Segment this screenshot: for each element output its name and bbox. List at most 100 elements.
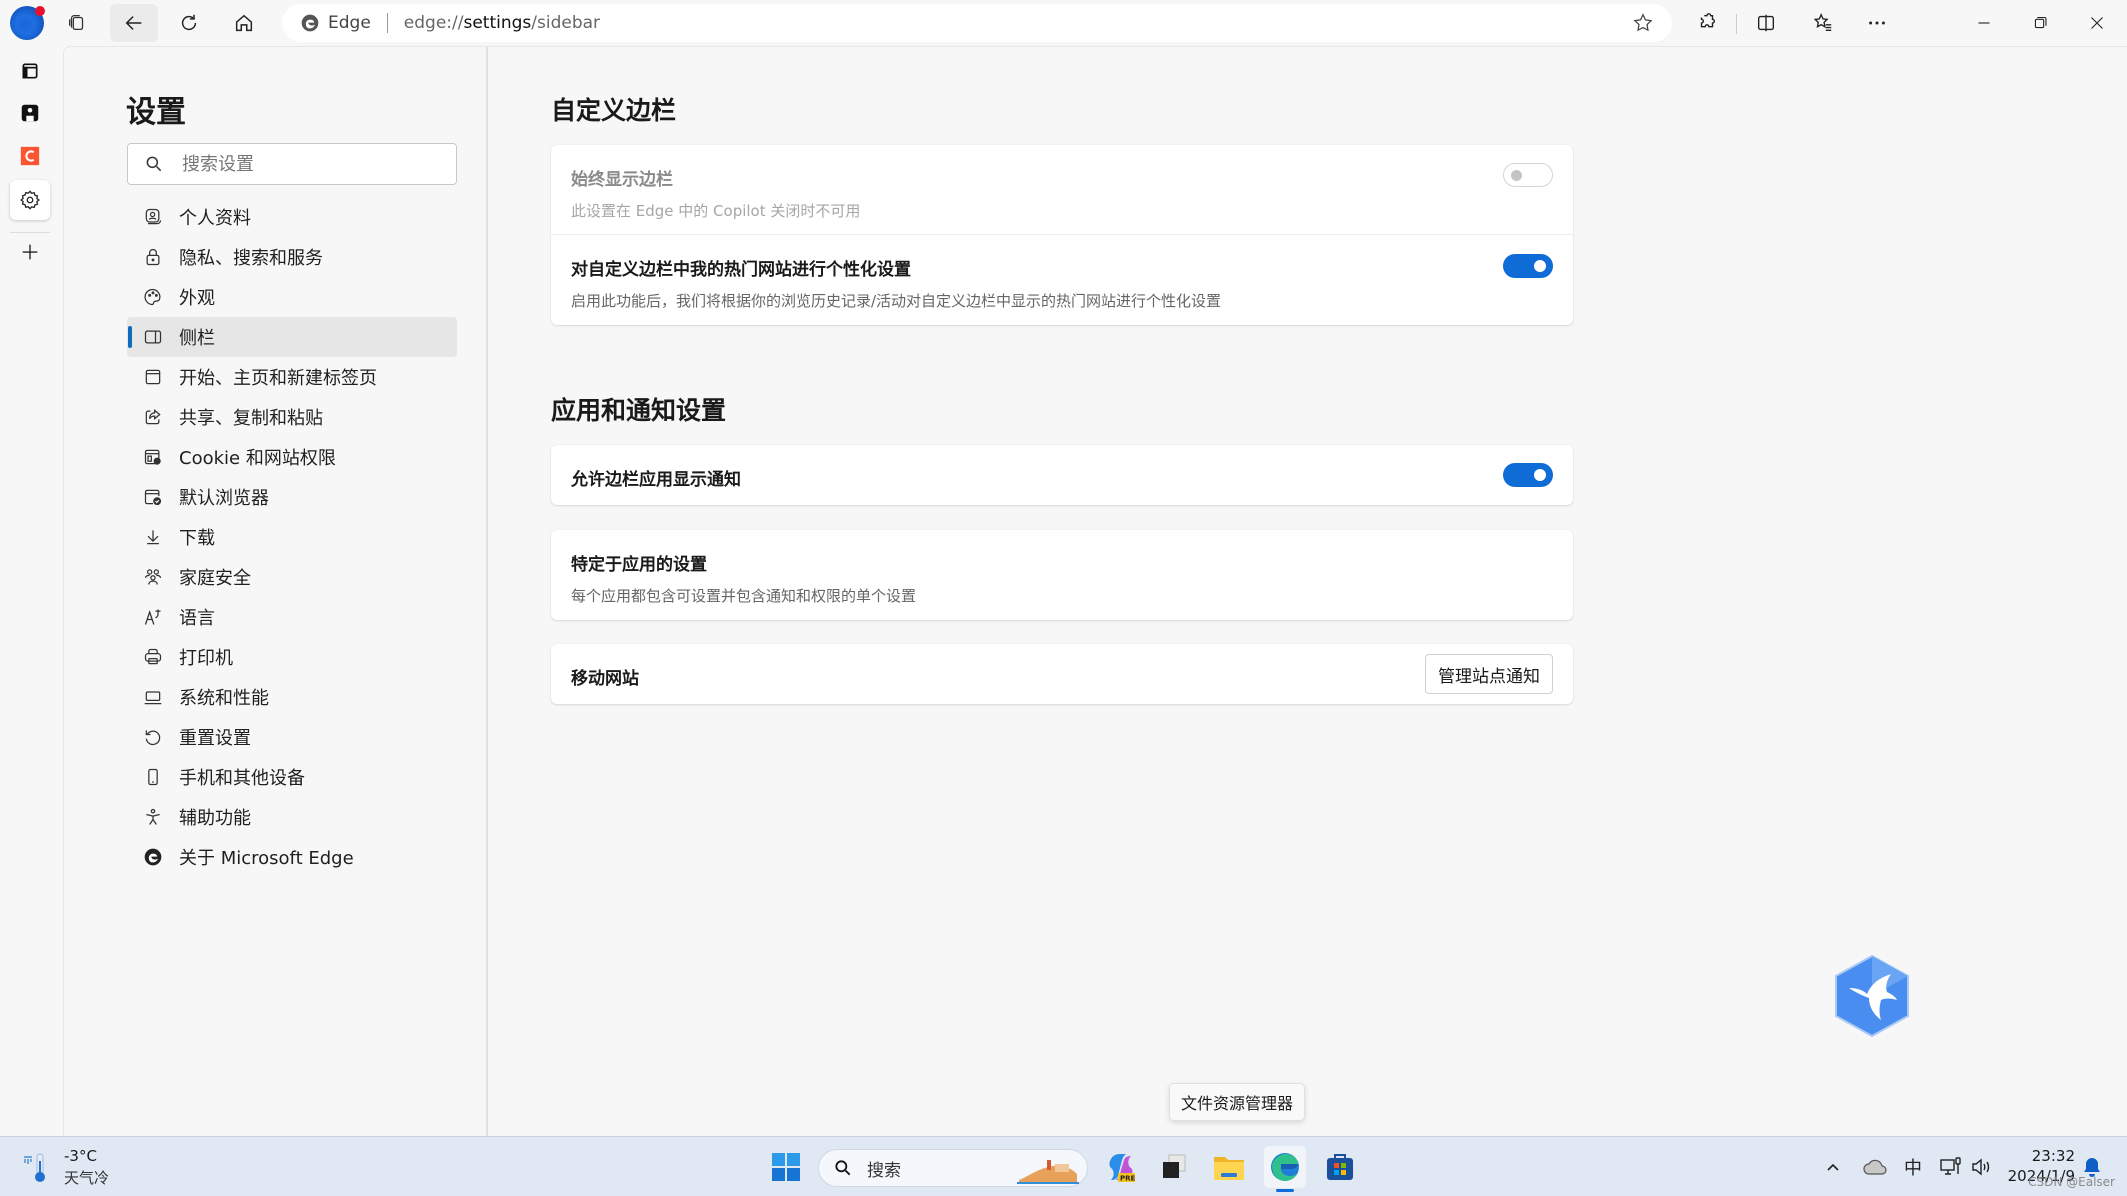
url-scheme: edge://	[403, 13, 464, 33]
site-label: Edge	[328, 13, 371, 33]
home-button[interactable]	[220, 4, 268, 42]
app-specific-settings-row[interactable]: 特定于应用的设置 每个应用都包含可设置并包含通知和权限的单个设置	[551, 530, 1573, 620]
nav-item-share-copy-paste[interactable]: 共享、复制和粘贴	[127, 397, 457, 437]
mobile-sites-title: 移动网站	[571, 669, 639, 689]
task-view-icon	[1163, 1154, 1186, 1178]
manage-site-notifications-button[interactable]: 管理站点通知	[1425, 654, 1553, 694]
volume-button[interactable]	[1966, 1151, 1996, 1183]
app-button[interactable]	[10, 93, 50, 133]
more-dots-icon	[1869, 21, 1885, 25]
onedrive-button[interactable]	[1858, 1151, 1892, 1183]
ime-indicator[interactable]: 中	[1898, 1151, 1928, 1183]
copilot-taskbar-button[interactable]: PRE	[1100, 1146, 1142, 1188]
nav-item-reset-settings[interactable]: 重置设置	[127, 717, 457, 757]
split-screen-button[interactable]	[1742, 4, 1790, 42]
nav-item-about-edge[interactable]: 关于 Microsoft Edge	[127, 837, 457, 877]
xunlei-floating-icon[interactable]	[1833, 954, 1911, 1038]
search-settings-input[interactable]	[182, 153, 442, 175]
minimize-icon	[1978, 22, 1990, 24]
nav-item-sidebar[interactable]: 侧栏	[127, 317, 457, 357]
nav-item-system-performance[interactable]: 系统和性能	[127, 677, 457, 717]
weather-widget[interactable]: -3°C 天气冷	[22, 1147, 109, 1188]
search-highlight-illustration	[1017, 1160, 1079, 1184]
extensions-button[interactable]	[1683, 4, 1731, 42]
settings-title: 设置	[126, 95, 186, 130]
app-specific-settings-desc: 每个应用都包含可设置并包含通知和权限的单个设置	[571, 587, 917, 605]
nav-item-family-safety[interactable]: 家庭安全	[127, 557, 457, 597]
always-show-sidebar-toggle[interactable]	[1503, 163, 1553, 187]
nav-item-downloads[interactable]: 下载	[127, 517, 457, 557]
app-specific-settings-card[interactable]: 特定于应用的设置 每个应用都包含可设置并包含通知和权限的单个设置	[551, 530, 1573, 620]
csdn-app-button[interactable]	[10, 136, 50, 176]
speaker-icon	[1972, 1158, 1990, 1176]
nav-item-default-browser[interactable]: 默认浏览器	[127, 477, 457, 517]
task-view-button[interactable]	[1153, 1146, 1195, 1188]
nav-item-label: 手机和其他设备	[179, 768, 305, 789]
minimize-button[interactable]	[1960, 4, 2008, 42]
file-explorer-button[interactable]	[1208, 1146, 1250, 1188]
sidebar-icon	[144, 330, 162, 344]
taskbar: -3°C 天气冷 搜索 PRE 中 23:32 2024/1/9 CSDN @E…	[0, 1136, 2127, 1196]
nav-item-accessibility[interactable]: 辅助功能	[127, 797, 457, 837]
settings-page: 设置 个人资料 隐私、搜索和服务 外观 侧栏	[63, 46, 2127, 1136]
tab-actions-button[interactable]	[10, 51, 50, 91]
allow-notifications-title: 允许边栏应用显示通知	[571, 470, 741, 490]
network-button[interactable]	[1934, 1151, 1968, 1183]
gear-icon	[20, 190, 40, 210]
add-app-button[interactable]	[10, 232, 50, 272]
nav-item-label: 下载	[179, 528, 215, 549]
back-button[interactable]	[110, 4, 158, 42]
refresh-icon	[181, 14, 197, 31]
always-show-sidebar-desc: 此设置在 Edge 中的 Copilot 关闭时不可用	[571, 202, 861, 220]
favorite-star-icon[interactable]	[1632, 12, 1654, 34]
store-button[interactable]	[1319, 1146, 1361, 1188]
settings-app-button[interactable]	[10, 180, 50, 220]
settings-nav: 设置 个人资料 隐私、搜索和服务 外观 侧栏	[64, 47, 488, 1136]
nav-item-printers[interactable]: 打印机	[127, 637, 457, 677]
thermometer-icon	[24, 1153, 45, 1182]
laptop-icon	[144, 691, 162, 705]
section-title-customize-sidebar: 自定义边栏	[551, 96, 677, 125]
nav-item-label: 辅助功能	[179, 808, 251, 829]
microsoft-store-icon	[1327, 1154, 1353, 1180]
allow-notifications-card: 允许边栏应用显示通知	[551, 445, 1573, 505]
show-hidden-icons-button[interactable]	[1818, 1151, 1848, 1183]
start-button[interactable]	[765, 1146, 807, 1188]
weather-temp: -3°C	[64, 1147, 97, 1165]
restore-button[interactable]	[2016, 4, 2064, 42]
nav-item-profiles[interactable]: 个人资料	[127, 197, 457, 237]
nav-item-phone-devices[interactable]: 手机和其他设备	[127, 757, 457, 797]
cloud-icon	[1863, 1159, 1887, 1175]
taskbar-search[interactable]: 搜索	[818, 1149, 1088, 1187]
close-button[interactable]	[2073, 4, 2121, 42]
nav-item-label: 共享、复制和粘贴	[179, 408, 323, 429]
profile-avatar[interactable]	[10, 6, 45, 40]
toolbar-separator	[1736, 14, 1737, 34]
allow-notifications-toggle[interactable]	[1503, 463, 1553, 487]
more-menu-button[interactable]	[1853, 4, 1901, 42]
nav-item-appearance[interactable]: 外观	[127, 277, 457, 317]
personalize-top-sites-title: 对自定义边栏中我的热门网站进行个性化设置	[571, 260, 911, 280]
always-show-sidebar-title: 始终显示边栏	[571, 170, 673, 190]
nav-item-languages[interactable]: 语言	[127, 597, 457, 637]
address-bar[interactable]: Edge edge://settings/sidebar	[282, 4, 1672, 42]
nav-item-label: 家庭安全	[179, 568, 251, 589]
nav-item-label: 隐私、搜索和服务	[179, 248, 323, 269]
nav-item-cookies-permissions[interactable]: Cookie 和网站权限	[127, 437, 457, 477]
lock-icon	[146, 248, 160, 266]
personalize-top-sites-toggle[interactable]	[1503, 254, 1553, 278]
nav-item-label: 默认浏览器	[179, 488, 269, 509]
refresh-button[interactable]	[165, 4, 213, 42]
favorites-button[interactable]	[1799, 4, 1847, 42]
search-settings-box[interactable]	[127, 143, 457, 185]
nav-item-privacy[interactable]: 隐私、搜索和服务	[127, 237, 457, 277]
nav-item-label: 关于 Microsoft Edge	[179, 848, 354, 869]
edge-taskbar-button[interactable]	[1264, 1146, 1306, 1192]
plus-icon	[22, 244, 38, 260]
puzzle-icon	[1700, 13, 1715, 28]
allow-notifications-row: 允许边栏应用显示通知	[551, 445, 1573, 505]
workspaces-icon	[69, 15, 84, 31]
nav-item-start-home-newtab[interactable]: 开始、主页和新建标签页	[127, 357, 457, 397]
nav-item-label: 外观	[179, 288, 215, 309]
workspaces-button[interactable]	[53, 4, 101, 42]
